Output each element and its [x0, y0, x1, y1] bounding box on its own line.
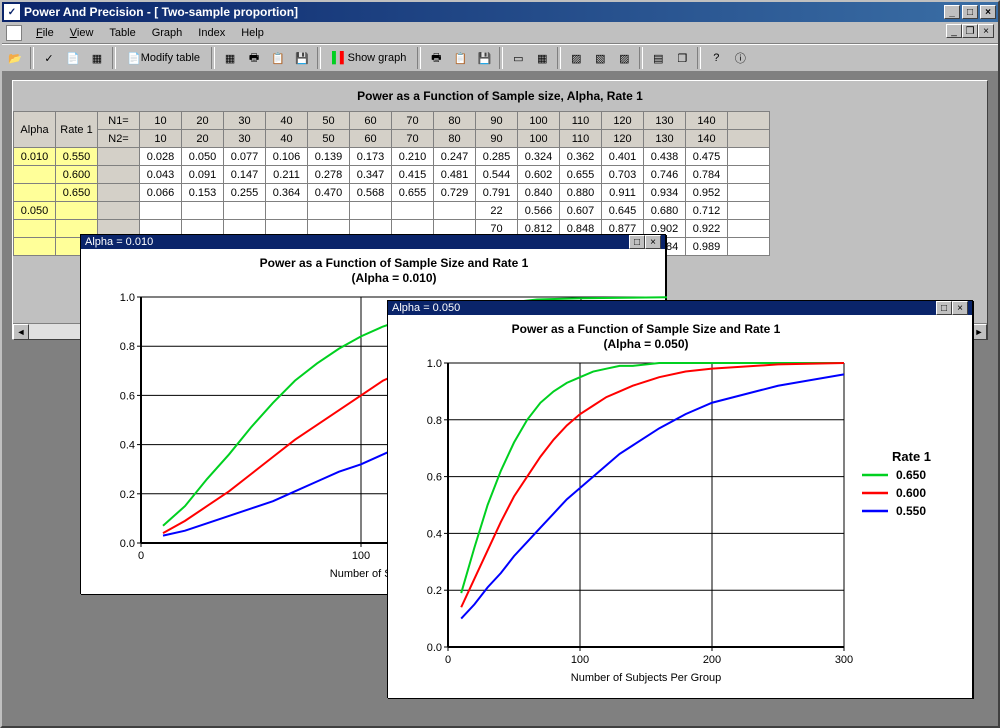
svg-text:0: 0: [138, 550, 144, 562]
menu-help[interactable]: Help: [233, 25, 272, 41]
svg-text:Power as a Function of Sample: Power as a Function of Sample Size and R…: [512, 322, 781, 336]
chart2-svg: Power as a Function of Sample Size and R…: [388, 315, 974, 695]
menu-graph[interactable]: Graph: [144, 25, 191, 41]
svg-text:0.550: 0.550: [896, 504, 926, 518]
mdi-minimize-button[interactable]: _: [946, 24, 962, 38]
table-icon[interactable]: ▦: [219, 47, 241, 69]
svg-text:0.4: 0.4: [120, 440, 135, 452]
menu-file[interactable]: File: [28, 25, 62, 41]
app-icon: ✓: [4, 4, 20, 20]
svg-text:0.600: 0.600: [896, 486, 926, 500]
chart2-close-button[interactable]: ×: [952, 301, 968, 315]
svg-text:1.0: 1.0: [120, 292, 135, 304]
svg-text:Power as a Function of Sample: Power as a Function of Sample Size and R…: [260, 256, 529, 270]
hatch2-icon[interactable]: ▧: [589, 47, 611, 69]
svg-text:100: 100: [571, 654, 589, 666]
chart2-title: Alpha = 0.050: [392, 302, 460, 314]
svg-text:(Alpha = 0.050): (Alpha = 0.050): [603, 337, 688, 351]
svg-text:0: 0: [445, 654, 451, 666]
hatch3-icon[interactable]: ▨: [613, 47, 635, 69]
show-graph-label: Show graph: [348, 52, 407, 64]
doc-icon[interactable]: 📄: [62, 47, 84, 69]
svg-text:100: 100: [352, 550, 370, 562]
copy2-icon[interactable]: 📋: [449, 47, 471, 69]
svg-text:300: 300: [835, 654, 853, 666]
svg-text:0.6: 0.6: [120, 390, 135, 402]
menubar: File View Table Graph Index Help _ ❐ ×: [2, 22, 998, 44]
menu-index[interactable]: Index: [190, 25, 233, 41]
scroll-left-icon[interactable]: ◄: [13, 324, 29, 340]
chart-window-alpha-050[interactable]: Alpha = 0.050 □ × Power as a Function of…: [387, 300, 973, 698]
mdi-close-button[interactable]: ×: [978, 24, 994, 38]
check-icon[interactable]: ✓: [38, 47, 60, 69]
grid-icon[interactable]: ▦: [86, 47, 108, 69]
mdi-icon[interactable]: [6, 25, 22, 41]
svg-text:Number of Subjects Per Group: Number of Subjects Per Group: [571, 672, 721, 684]
svg-text:0.2: 0.2: [120, 489, 135, 501]
svg-text:0.0: 0.0: [427, 642, 442, 654]
chart1-max-button[interactable]: □: [629, 235, 645, 249]
titlebar: ✓ Power And Precision - [ Two-sample pro…: [2, 2, 998, 22]
chart2-titlebar[interactable]: Alpha = 0.050 □ ×: [388, 301, 972, 315]
svg-text:Rate 1: Rate 1: [892, 449, 931, 464]
svg-text:0.8: 0.8: [427, 415, 442, 427]
close-button[interactable]: ×: [980, 5, 996, 19]
menu-view[interactable]: View: [62, 25, 102, 41]
chart1-titlebar[interactable]: Alpha = 0.010 □ ×: [81, 235, 665, 249]
window-title: Power And Precision - [ Two-sample propo…: [24, 5, 944, 19]
svg-text:0.8: 0.8: [120, 341, 135, 353]
maximize-button[interactable]: □: [962, 5, 978, 19]
save2-icon[interactable]: 💾: [473, 47, 495, 69]
open-icon[interactable]: 📂: [4, 47, 26, 69]
print2-icon[interactable]: 🖶: [425, 47, 447, 69]
svg-text:1.0: 1.0: [427, 358, 442, 370]
content-area: Power as a Function of Sample size, Alph…: [2, 72, 998, 726]
svg-text:0.4: 0.4: [427, 528, 442, 540]
toolbar: 📂 ✓ 📄 ▦ 📄 Modify table ▦ 🖶 📋 💾 ▌▌ Show g…: [2, 44, 998, 72]
modify-table-label: Modify table: [141, 52, 200, 64]
svg-text:0.0: 0.0: [120, 538, 135, 550]
svg-text:0.650: 0.650: [896, 468, 926, 482]
print-icon[interactable]: 🖶: [243, 47, 265, 69]
save-icon[interactable]: 💾: [291, 47, 313, 69]
help-icon[interactable]: ?: [705, 47, 727, 69]
copy-icon[interactable]: 📋: [267, 47, 289, 69]
rows-icon[interactable]: ▤: [647, 47, 669, 69]
svg-text:0.2: 0.2: [427, 585, 442, 597]
mdi-restore-button[interactable]: ❐: [962, 24, 978, 38]
box2-icon[interactable]: ▦: [531, 47, 553, 69]
chart1-close-button[interactable]: ×: [645, 235, 661, 249]
doc-title: Power as a Function of Sample size, Alph…: [13, 81, 987, 111]
svg-text:200: 200: [703, 654, 721, 666]
main-window: ✓ Power And Precision - [ Two-sample pro…: [0, 0, 1000, 728]
chart1-title: Alpha = 0.010: [85, 236, 153, 248]
minimize-button[interactable]: _: [944, 5, 960, 19]
chart2-body: Power as a Function of Sample Size and R…: [388, 315, 972, 698]
svg-text:0.6: 0.6: [427, 472, 442, 484]
box1-icon[interactable]: ▭: [507, 47, 529, 69]
hatch1-icon[interactable]: ▨: [565, 47, 587, 69]
show-graph-button[interactable]: ▌▌ Show graph: [325, 47, 413, 69]
modify-table-button[interactable]: 📄 Modify table: [120, 47, 207, 69]
menu-table[interactable]: Table: [101, 25, 143, 41]
svg-text:(Alpha = 0.010): (Alpha = 0.010): [351, 271, 436, 285]
chart2-max-button[interactable]: □: [936, 301, 952, 315]
info-icon[interactable]: ⓘ: [729, 47, 751, 69]
cascade-icon[interactable]: ❐: [671, 47, 693, 69]
